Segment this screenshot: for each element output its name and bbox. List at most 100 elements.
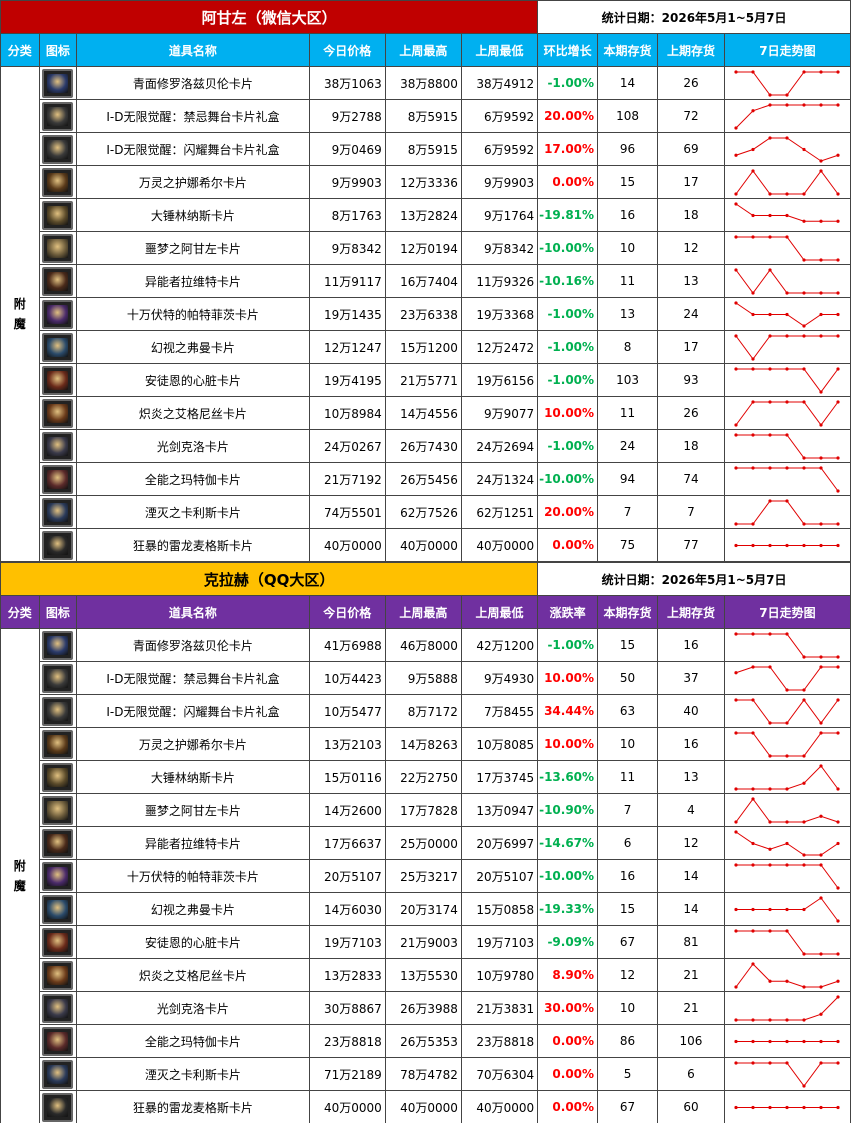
last-week-high: 8万7172	[384, 694, 462, 728]
change-rate: 20.00%	[537, 99, 599, 133]
current-stock: 12	[597, 958, 658, 992]
card-icon	[42, 762, 74, 792]
trend-point	[734, 1060, 739, 1065]
trend-sparkline	[734, 267, 841, 295]
trend-point	[785, 1105, 790, 1109]
trend-sparkline	[734, 862, 841, 890]
trend-line	[736, 137, 839, 162]
trend-point	[768, 928, 773, 933]
trend-point	[785, 841, 790, 845]
table-row: 十万伏特的帕特菲茨卡片 19万1435 23万6338 19万3368 -1.00% 13…	[1, 297, 851, 331]
trend-point	[751, 290, 756, 295]
table-row: 附魔 青面修罗洛兹贝伦卡片 41万6988 46万8000 42万1200 -1.00% 1…	[0, 628, 851, 1123]
trend-point	[768, 213, 773, 217]
trend-point	[785, 290, 790, 295]
trend-point	[751, 664, 756, 669]
last-week-high: 15万1200	[384, 330, 462, 364]
card-art	[47, 535, 69, 555]
trend-point	[768, 847, 773, 851]
previous-stock: 12	[656, 231, 725, 265]
trend-point	[819, 312, 824, 316]
card-art	[47, 403, 69, 423]
card-icon	[42, 960, 74, 990]
header-category: 分类	[0, 33, 40, 67]
table-row: I-D无限觉醒：闪耀舞台卡片礼盒 10万5477 8万7172 7万8455 34.44…	[1, 694, 851, 728]
today-price: 38万1063	[308, 66, 386, 100]
card-icon	[42, 332, 74, 362]
card-icon	[42, 497, 74, 527]
item-icon-cell	[38, 1090, 78, 1123]
last-week-low: 38万4912	[460, 66, 539, 100]
trend-sparkline	[734, 796, 841, 824]
change-rate: 10.00%	[537, 727, 599, 761]
card-icon	[42, 464, 74, 494]
column-header-row: 分类 图标 道具名称 今日价格 上周最高 上周最低 环比增长 本期存货 上期存货 7日走势图	[0, 33, 851, 67]
last-week-high: 9万5888	[384, 661, 462, 695]
trend-point	[836, 333, 841, 338]
trend-sparkline	[734, 135, 841, 163]
last-week-high: 20万3174	[384, 892, 462, 926]
trend-point	[802, 984, 807, 989]
today-price: 19万7103	[308, 925, 386, 959]
header-item-name: 道具名称	[76, 33, 310, 67]
change-rate: 20.00%	[537, 495, 599, 529]
current-stock: 24	[597, 429, 658, 463]
last-week-high: 40万0000	[384, 1090, 462, 1123]
header-icon: 图标	[38, 595, 78, 629]
trend-line	[736, 169, 839, 194]
last-week-high: 26万3988	[384, 991, 462, 1025]
category-label: 附魔	[13, 297, 26, 331]
last-week-high: 26万7430	[384, 429, 462, 463]
last-week-low: 7万8455	[460, 694, 539, 728]
table-row: 万灵之护娜希尔卡片 13万2103 14万8263 10万8085 10.00% 10 16	[1, 727, 851, 761]
table-row: 湮灭之卡利斯卡片 71万2189 78万4782 70万6304 0.00% 5 6	[1, 1057, 851, 1091]
header-today-price: 今日价格	[308, 33, 386, 67]
header-last-week-low: 上周最低	[460, 595, 539, 629]
header-category: 分类	[0, 595, 40, 629]
previous-stock: 14	[656, 859, 725, 893]
today-price: 13万2833	[308, 958, 386, 992]
trend-point	[751, 697, 756, 702]
trend-point	[734, 125, 739, 130]
item-name: 大锤林纳斯卡片	[76, 760, 310, 794]
trend-point	[802, 1039, 807, 1043]
trend-point	[768, 1017, 773, 1022]
trend-point	[836, 543, 841, 547]
trend-point	[802, 366, 807, 371]
trend-point	[819, 1039, 824, 1043]
last-week-low: 19万3368	[460, 297, 539, 331]
trend-point	[751, 521, 756, 526]
item-icon-cell	[38, 132, 78, 166]
trend-point	[819, 257, 824, 262]
trend-point	[836, 654, 841, 659]
item-icon-cell	[38, 793, 78, 827]
trend-line	[736, 797, 839, 822]
card-icon	[42, 167, 74, 197]
trend-point	[734, 928, 739, 933]
previous-stock: 93	[656, 363, 725, 397]
card-icon	[42, 894, 74, 924]
trend-point	[802, 69, 807, 74]
last-week-high: 8万5915	[384, 99, 462, 133]
item-name: I-D无限觉醒：禁忌舞台卡片礼盒	[76, 99, 310, 133]
trend-sparkline	[734, 895, 841, 923]
trend-cell	[723, 628, 851, 662]
table-row: 噩梦之阿甘左卡片 14万2600 17万7828 13万0947 -10.90% 7 4	[1, 793, 851, 827]
trend-cell	[723, 826, 851, 860]
trend-point	[785, 862, 790, 867]
trend-sparkline	[734, 994, 841, 1022]
trend-line	[736, 268, 839, 294]
card-icon	[42, 630, 74, 660]
item-name: 幻视之弗曼卡片	[76, 330, 310, 364]
last-week-low: 24万2694	[460, 429, 539, 463]
item-icon-cell	[38, 1057, 78, 1091]
trend-point	[836, 1039, 841, 1043]
change-rate: 0.00%	[537, 1024, 599, 1058]
item-name: 光剑克洛卡片	[76, 991, 310, 1025]
card-icon	[42, 729, 74, 759]
last-week-low: 9万9077	[460, 396, 539, 430]
card-art	[47, 436, 69, 456]
trend-point	[802, 191, 807, 196]
card-art	[47, 502, 69, 522]
previous-stock: 21	[656, 991, 725, 1025]
